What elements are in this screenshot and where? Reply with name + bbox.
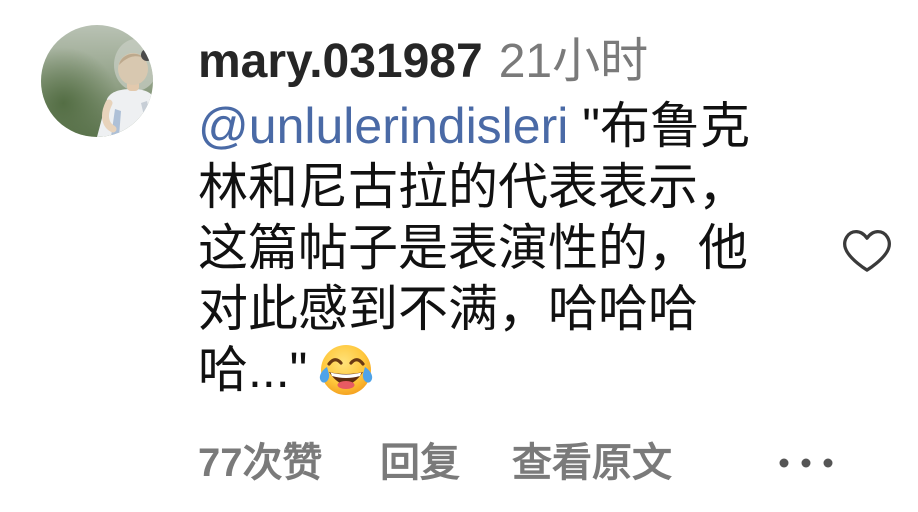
comment-text-segment: "布鲁克 xyxy=(568,98,751,154)
avatar-photo xyxy=(41,25,153,137)
comment-text-segment: 对此感到不满，哈哈哈 xyxy=(198,281,698,337)
comment-text-segment: 林和尼古拉的代表表示， xyxy=(198,159,748,215)
likes-count-button[interactable]: 77次赞 xyxy=(198,438,323,488)
comment-text-segment: 哈..." xyxy=(198,342,308,398)
comment-line-1: @unlulerindisleri "布鲁克 xyxy=(198,96,750,157)
see-translation-button[interactable]: 查看原文 xyxy=(512,438,672,488)
comment-timestamp: 21小时 xyxy=(498,35,649,88)
comment-line-5: 哈..." xyxy=(198,340,750,401)
comment-line-3: 这篇帖子是表演性的，他 xyxy=(198,218,750,279)
comment-header: mary.031987 21小时 xyxy=(198,34,648,90)
heart-outline-icon[interactable] xyxy=(840,226,894,274)
avatar[interactable] xyxy=(41,25,153,137)
mention-link[interactable]: @unlulerindisleri xyxy=(198,98,568,154)
reply-button[interactable]: 回复 xyxy=(380,438,460,488)
comment-line-4: 对此感到不满，哈哈哈 xyxy=(198,279,750,340)
more-options-icon[interactable] xyxy=(778,455,834,471)
comment-text-segment: 这篇帖子是表演性的，他 xyxy=(198,220,748,276)
username-link[interactable]: mary.031987 xyxy=(198,35,483,88)
face-with-tears-of-joy-icon xyxy=(317,341,375,399)
comment-line-2: 林和尼古拉的代表表示， xyxy=(198,157,750,218)
comment-body: @unlulerindisleri "布鲁克 林和尼古拉的代表表示， 这篇帖子是… xyxy=(198,96,750,401)
